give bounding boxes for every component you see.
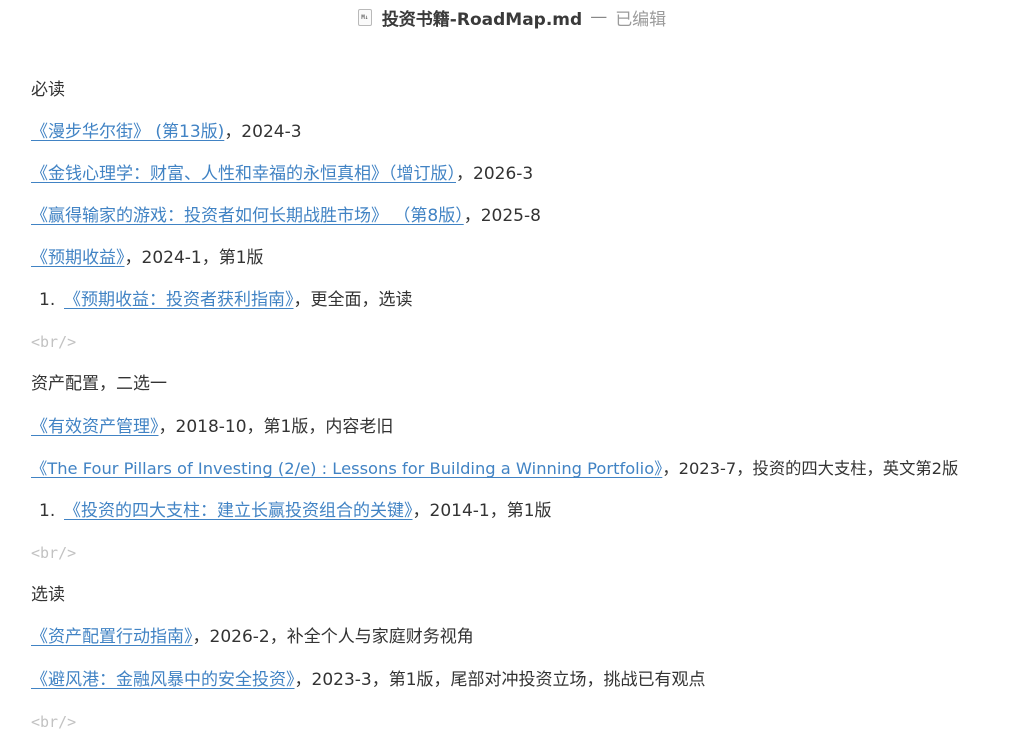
title-separator: — bbox=[590, 7, 608, 27]
html-br-tag: <br/> bbox=[31, 333, 77, 351]
heading-asset-allocation: 资产配置，二选一 bbox=[31, 374, 167, 394]
book-link[interactable]: 《有效资产管理》 bbox=[31, 417, 159, 437]
book-note: ，2025-8 bbox=[463, 206, 541, 226]
list-item: 《资产配置行动指南》，2026-2，补全个人与家庭财务视角 bbox=[31, 624, 474, 650]
book-note: ，2014-1，第1版 bbox=[412, 501, 552, 521]
edited-status: 已编辑 bbox=[615, 9, 667, 30]
window-titlebar: M↓ 投资书籍-RoadMap.md — 已编辑 bbox=[0, 0, 1024, 32]
book-link[interactable]: 《The Four Pillars of Investing (2/e) : L… bbox=[31, 459, 662, 478]
book-link[interactable]: 《赢得输家的游戏：投资者如何长期战胜市场》 （第8版） bbox=[31, 206, 464, 226]
book-link[interactable]: 《避风港：金融风暴中的安全投资》 bbox=[31, 670, 295, 690]
book-note: ，2024-3 bbox=[224, 122, 302, 142]
book-link[interactable]: 《资产配置行动指南》 bbox=[31, 627, 193, 647]
book-note: ，2023-3，第1版，尾部对冲投资立场，挑战已有观点 bbox=[294, 670, 706, 690]
book-note: ，2018-10，第1版，内容老旧 bbox=[158, 417, 394, 437]
heading-optional: 选读 bbox=[31, 585, 65, 605]
list-item: 《有效资产管理》，2018-10，第1版，内容老旧 bbox=[31, 414, 393, 440]
book-link[interactable]: 《投资的四大支柱：建立长赢投资组合的关键》 bbox=[64, 501, 413, 521]
book-link[interactable]: 《预期收益：投资者获利指南》 bbox=[64, 290, 294, 310]
book-note: ，2026-3 bbox=[456, 164, 534, 184]
list-number: 1. bbox=[39, 290, 56, 310]
book-note: ，更全面，选读 bbox=[293, 290, 413, 310]
ordered-list-item: 1. 《投资的四大支柱：建立长赢投资组合的关键》，2014-1，第1版 bbox=[31, 498, 552, 524]
html-br-tag: <br/> bbox=[31, 544, 77, 562]
document-title: 投资书籍-RoadMap.md bbox=[381, 9, 583, 30]
html-br-tag: <br/> bbox=[31, 713, 77, 731]
list-item: 《避风港：金融风暴中的安全投资》，2023-3，第1版，尾部对冲投资立场，挑战已… bbox=[31, 667, 706, 693]
list-item: 《预期收益》，2024-1，第1版 bbox=[31, 245, 264, 271]
book-note: ，2023-7，投资的四大支柱，英文第2版 bbox=[662, 459, 959, 478]
list-item: 《金钱心理学：财富、人性和幸福的永恒真相》（增订版），2026-3 bbox=[31, 161, 533, 187]
book-note: ，2026-2，补全个人与家庭财务视角 bbox=[192, 627, 474, 647]
markdown-file-icon: M↓ bbox=[357, 8, 372, 26]
book-link[interactable]: 《漫步华尔街》 (第13版) bbox=[31, 122, 224, 142]
list-item: 《漫步华尔街》 (第13版)，2024-3 bbox=[31, 119, 302, 145]
heading-must-read: 必读 bbox=[31, 80, 65, 100]
list-item: 《The Four Pillars of Investing (2/e) : L… bbox=[31, 456, 958, 482]
book-note: ，2024-1，第1版 bbox=[124, 248, 264, 268]
list-number: 1. bbox=[39, 501, 56, 521]
list-item: 《赢得输家的游戏：投资者如何长期战胜市场》 （第8版），2025-8 bbox=[31, 203, 541, 229]
ordered-list-item: 1. 《预期收益：投资者获利指南》，更全面，选读 bbox=[31, 287, 413, 313]
book-link[interactable]: 《预期收益》 bbox=[31, 248, 125, 268]
book-link[interactable]: 《金钱心理学：财富、人性和幸福的永恒真相》（增订版） bbox=[31, 164, 456, 184]
